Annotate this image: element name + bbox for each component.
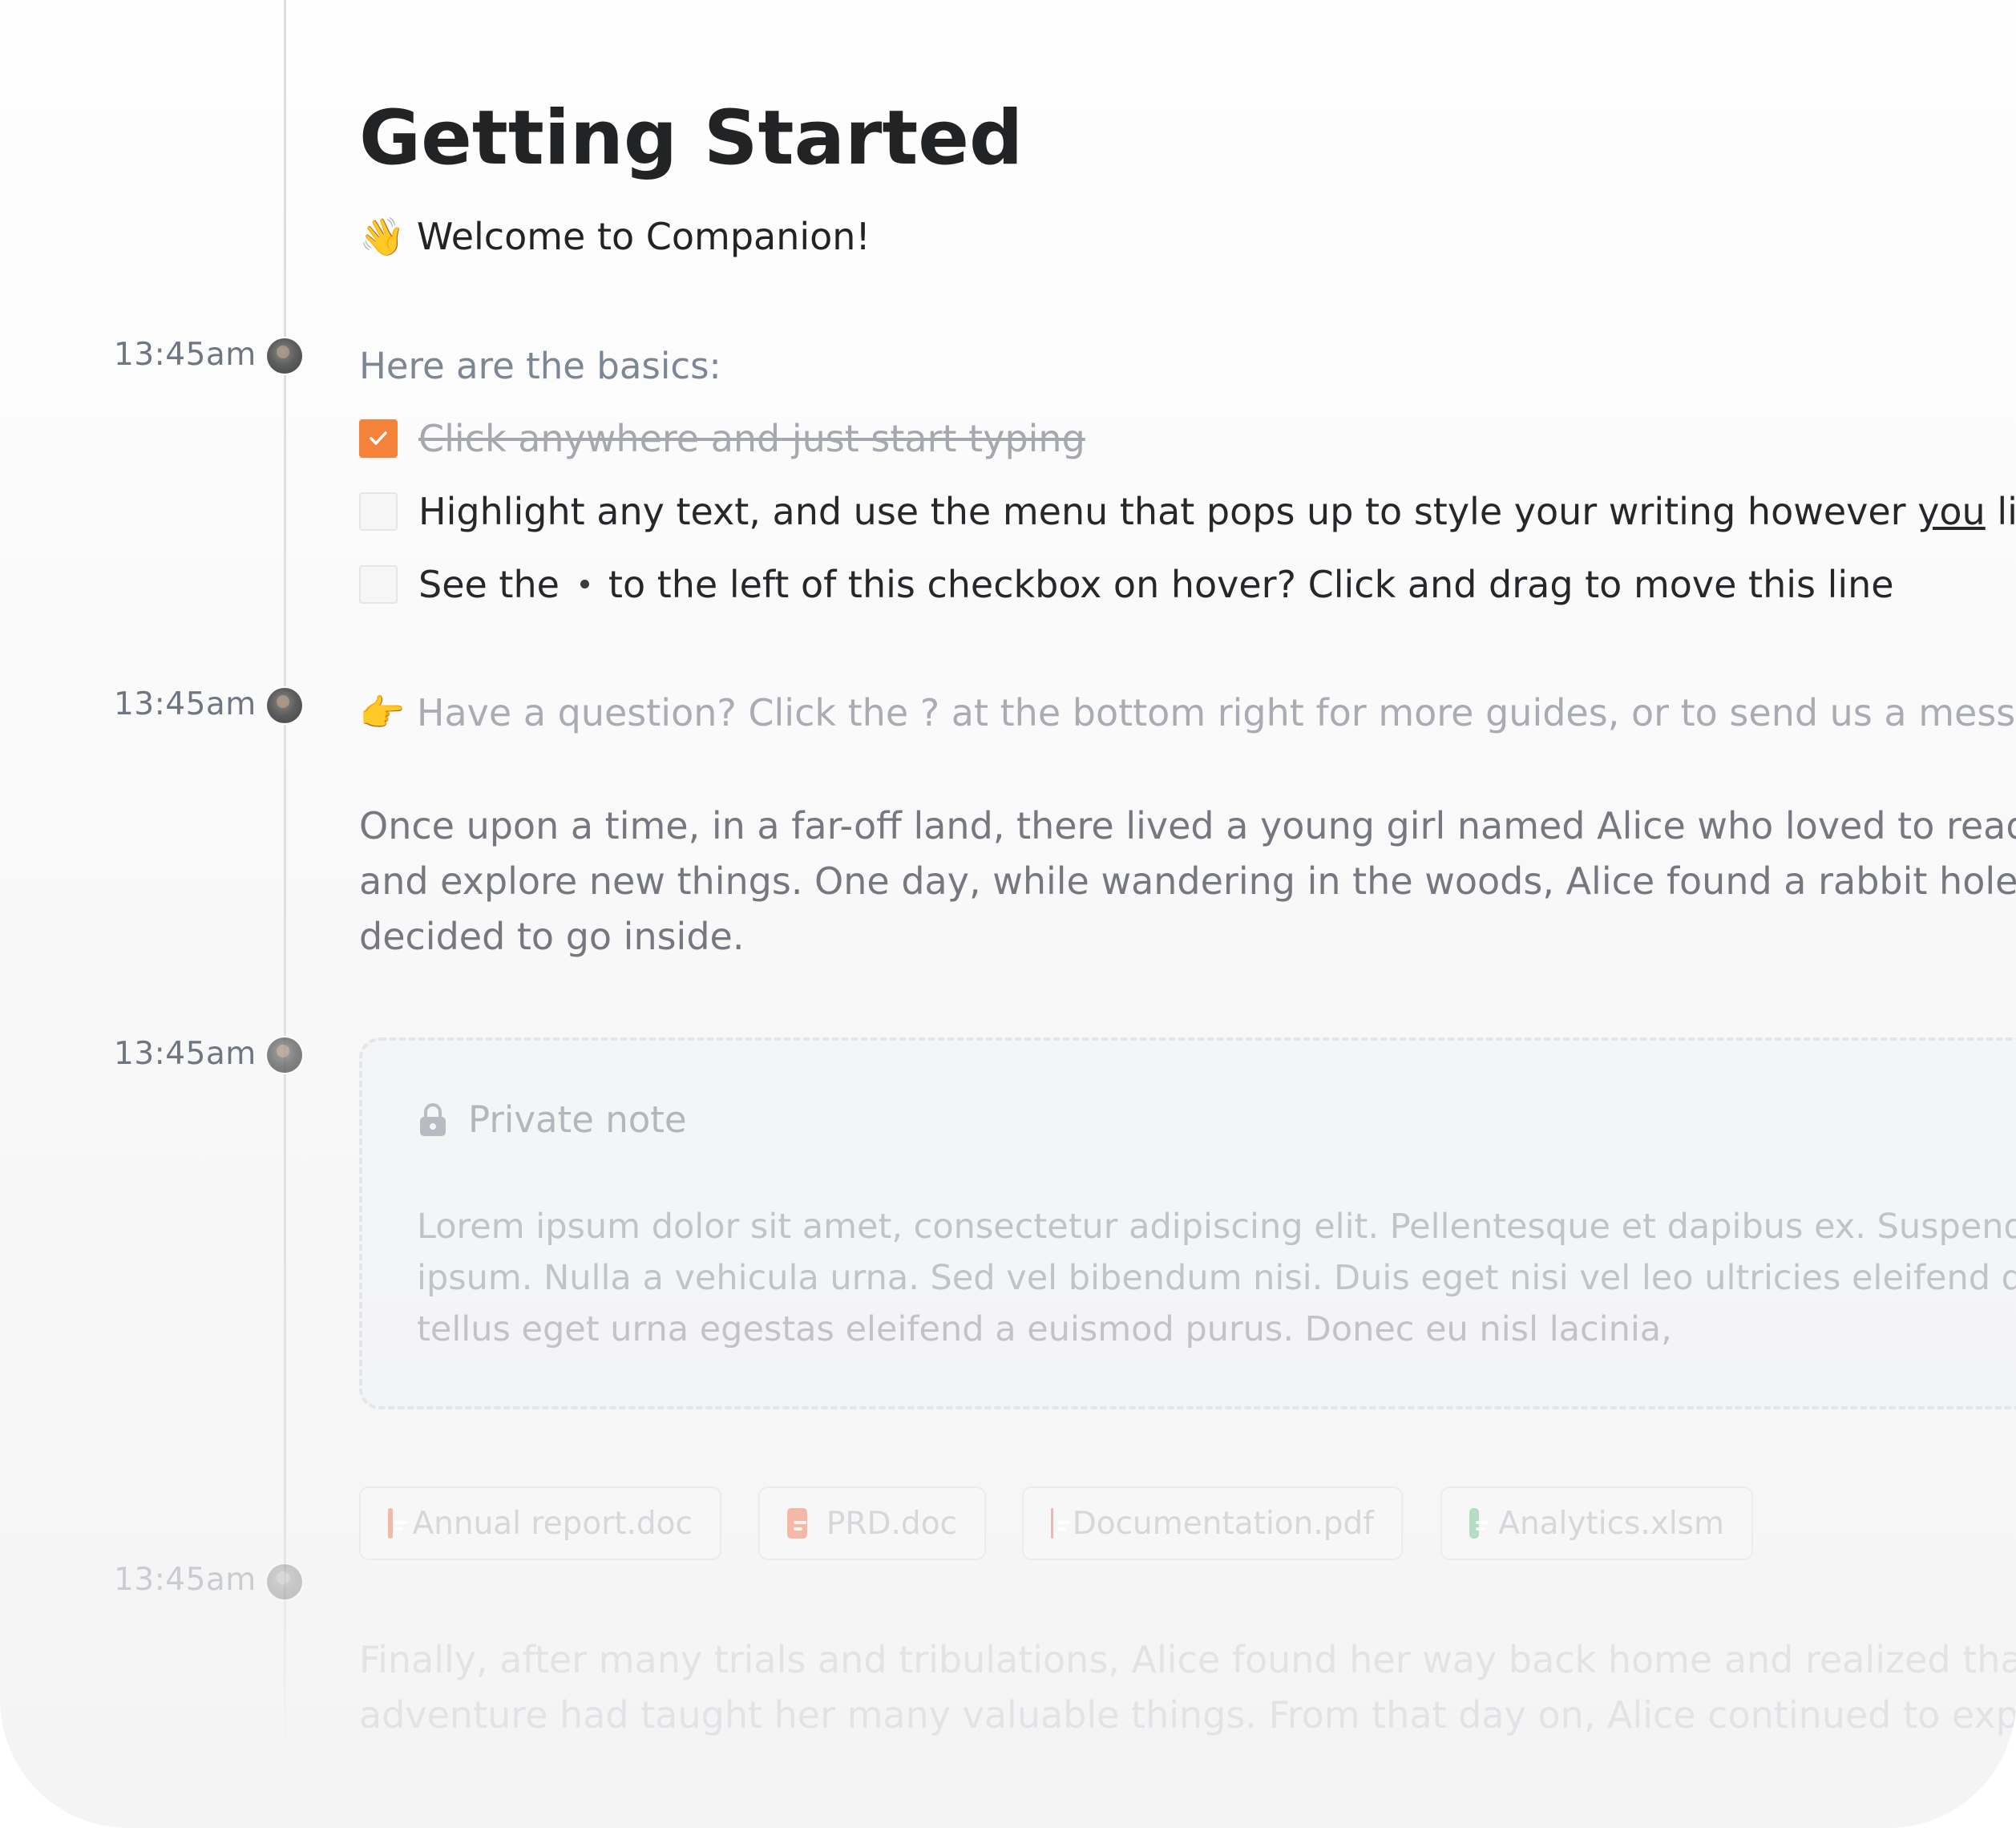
attachment-name: PRD.doc	[826, 1505, 957, 1542]
help-text: Have a question? Click the ? at the bott…	[416, 691, 2016, 734]
document-card: Getting Started 👋 Welcome to Companion! …	[0, 0, 2016, 1828]
final-line: Finally, after many trials and tribulati…	[359, 1638, 2016, 1681]
attachment-name: Documentation.pdf	[1072, 1505, 1374, 1542]
story-line: Once upon a time, in a far-off land, the…	[359, 804, 2016, 847]
todo-item[interactable]: See the to the left of this checkbox on h…	[359, 563, 1894, 606]
doc-file-icon	[787, 1508, 807, 1539]
avatar[interactable]	[267, 338, 302, 374]
todo-text[interactable]: Click anywhere and just start typing	[418, 417, 1085, 460]
todo-text[interactable]: See the to the left of this checkbox on h…	[418, 563, 1894, 606]
private-note[interactable]: Private note Lorem ipsum dolor sit amet,…	[359, 1037, 2016, 1409]
checkbox[interactable]	[359, 565, 398, 604]
note-line: tellus eget urna egestas eleifend a euis…	[417, 1309, 1672, 1349]
pointing-hand-icon: 👉	[359, 691, 406, 734]
todo-text-part: to the left of this checkbox on hover? C…	[608, 563, 1894, 606]
story-line: and explore new things. One day, while w…	[359, 859, 2016, 903]
timestamp: 13:45am	[114, 1562, 257, 1598]
attachment-name: Annual report.doc	[412, 1505, 693, 1542]
todo-text-part: See the	[418, 563, 560, 606]
attachment-chip[interactable]: PRD.doc	[758, 1486, 986, 1560]
final-paragraph[interactable]: Finally, after many trials and tribulati…	[359, 1632, 2016, 1743]
todo-item[interactable]: Highlight any text, and use the menu tha…	[359, 490, 2016, 533]
avatar[interactable]	[267, 688, 302, 723]
check-icon	[370, 431, 387, 445]
underlined-word: you	[1917, 490, 1986, 533]
avatar[interactable]	[267, 1037, 302, 1073]
attachment-name: Analytics.xlsm	[1498, 1505, 1724, 1542]
doc-file-icon	[388, 1508, 409, 1539]
attachment-chip[interactable]: Documentation.pdf	[1022, 1486, 1403, 1560]
lock-icon	[420, 1102, 446, 1136]
private-note-header: Private note	[417, 1098, 687, 1141]
pdf-file-icon	[1051, 1508, 1069, 1539]
todo-text[interactable]: Highlight any text, and use the menu tha…	[418, 490, 2016, 533]
timestamp: 13:45am	[114, 337, 257, 373]
story-line: decided to go inside.	[359, 915, 745, 958]
attachment-chip[interactable]: Analytics.xlsm	[1440, 1486, 1753, 1560]
timestamp: 13:45am	[114, 686, 257, 722]
checkbox-checked[interactable]	[359, 419, 398, 458]
story-paragraph[interactable]: Once upon a time, in a far-off land, the…	[359, 799, 2016, 965]
help-line[interactable]: 👉 Have a question? Click the ? at the bo…	[359, 691, 2016, 735]
todo-item[interactable]: Click anywhere and just start typing	[359, 417, 1085, 460]
waving-hand-icon: 👋	[359, 215, 406, 258]
page-title: Getting Started	[359, 95, 1024, 182]
final-line: adventure had taught her many valuable t…	[359, 1693, 2016, 1737]
welcome-line: 👋 Welcome to Companion!	[359, 215, 871, 259]
todo-text-part: Highlight any text, and use the menu tha…	[418, 490, 1918, 533]
timeline-line	[284, 0, 286, 1764]
note-line: Lorem ipsum dolor sit amet, consectetur …	[417, 1207, 2016, 1247]
private-note-body[interactable]: Lorem ipsum dolor sit amet, consectetur …	[417, 1201, 2016, 1355]
timestamp: 13:45am	[114, 1036, 257, 1072]
drag-handle-dot-icon	[580, 580, 589, 588]
welcome-text: Welcome to Companion!	[416, 215, 871, 258]
private-note-label: Private note	[468, 1098, 687, 1141]
checkbox[interactable]	[359, 492, 398, 531]
basics-heading[interactable]: Here are the basics:	[359, 345, 721, 387]
note-line: ipsum. Nulla a vehicula urna. Sed vel bi…	[417, 1258, 2016, 1298]
attachment-chip[interactable]: Annual report.doc	[359, 1486, 721, 1560]
spreadsheet-file-icon	[1469, 1508, 1489, 1539]
avatar[interactable]	[267, 1564, 302, 1600]
todo-text-part: like	[1997, 490, 2016, 533]
